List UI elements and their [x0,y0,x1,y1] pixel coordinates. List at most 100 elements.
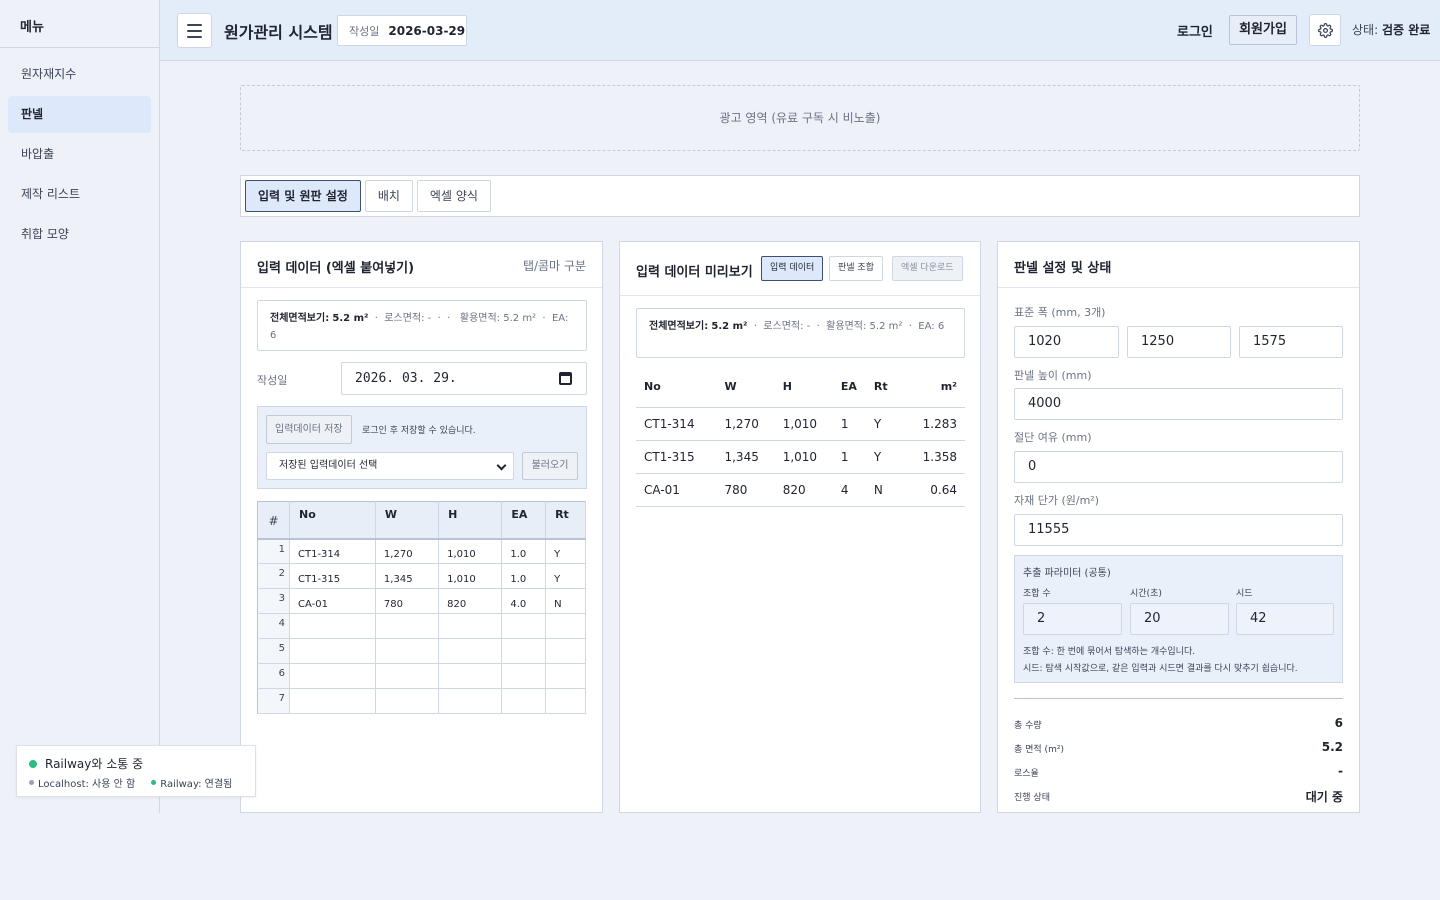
input-panel-note: 탭/콤마 구분 [522,259,586,273]
tab-layout[interactable]: 배치 [364,180,413,212]
cell-w[interactable]: 780 [375,588,440,614]
settings-panel: 판넬 설정 및 상태 표준 폭 (mm, 3개) 1020 1250 1575 … [997,241,1360,813]
settings-button[interactable] [1309,14,1341,46]
save-input-data-button[interactable]: 입력데이터 저장 [266,415,352,444]
combo-count-label: 조합 수 [1023,589,1051,599]
main-tabs: 입력 및 원판 설정 배치 엑셀 양식 [240,175,1360,217]
cell-h[interactable]: 1,010 [438,563,503,589]
row-number: 7 [257,688,290,714]
sidebar-item-bar-extrusion[interactable]: 바압출 [8,136,151,173]
connection-status-toast: Railway와 소통 중 Localhost: 사용 안 함 Railway:… [16,745,256,797]
summary-total-value: 5.2 m² [711,321,748,332]
cell-no[interactable]: CT1-315 [289,563,376,589]
cell-w[interactable] [375,688,440,714]
cell-rt[interactable] [545,613,586,639]
header-date-label: 작성일 [349,24,380,38]
cell-ea[interactable]: 1.0 [501,563,547,589]
cut-margin-input[interactable]: 0 [1014,451,1343,483]
row-number: 2 [257,563,290,589]
cell-h[interactable]: 1,010 [438,538,503,564]
panel-combination-button[interactable]: 판넬 조합 [829,256,883,281]
preview-header-rt: Rt [865,367,896,408]
cell-rt[interactable]: Y [545,563,586,589]
sheet-header-index: # [257,501,290,540]
cell-rt[interactable] [545,688,586,714]
combo-count-input[interactable]: 2 [1023,603,1122,635]
seed-input[interactable]: 42 [1236,603,1334,635]
stat-value: 대기 중 [1305,790,1343,804]
cell-no[interactable]: CA-01 [289,588,376,614]
localhost-dot-icon [29,780,34,785]
preview-cell-h: 1,010 [774,407,833,441]
preview-panel-title: 입력 데이터 미리보기 [636,265,753,280]
hamburger-icon-line [187,29,202,32]
preview-cell-ea: 1 [832,440,866,474]
cell-ea[interactable]: 4.0 [501,588,547,614]
summary-total-label: 전체면적보기: [649,321,709,332]
time-seconds-label: 시간(초) [1130,589,1162,599]
time-seconds-input[interactable]: 20 [1130,603,1229,635]
sidebar-item-panel[interactable]: 판넬 [8,96,151,133]
cell-h[interactable] [438,613,503,639]
tab-excel-template[interactable]: 엑셀 양식 [416,180,491,212]
cell-w[interactable]: 1,270 [375,538,440,564]
cell-no[interactable]: CT1-314 [289,538,376,564]
sidebar-item-production-list[interactable]: 제작 리스트 [8,176,151,213]
stat-progress: 진행 상태 대기 중 [1014,790,1343,810]
signup-button[interactable]: 회원가입 [1229,15,1297,45]
cell-w[interactable]: 1,345 [375,563,440,589]
sidebar-item-collect-shape[interactable]: 취합 모양 [8,216,151,253]
std-width-input-2[interactable]: 1250 [1127,326,1231,358]
cell-ea[interactable] [501,688,547,714]
table-row: 7 [257,688,586,714]
sheet-header-ea: EA [501,501,547,540]
saved-input-select[interactable]: 저장된 입력데이터 선택 [266,452,514,480]
summary-loss-value: - [806,321,811,332]
load-button[interactable]: 불러오기 [522,452,578,480]
preview-cell-h: 820 [774,473,833,507]
hamburger-menu-button[interactable] [177,13,212,48]
cell-w[interactable] [375,663,440,689]
cell-h[interactable] [438,638,503,664]
table-row: 3 CA-01 780 820 4.0 N [257,588,586,614]
stats-divider [1014,698,1343,699]
cell-ea[interactable]: 1.0 [501,538,547,564]
cell-ea[interactable] [501,638,547,664]
cell-rt[interactable]: Y [545,538,586,564]
calendar-icon[interactable] [559,372,572,385]
std-width-input-1[interactable]: 1020 [1014,326,1119,358]
stat-loss-rate: 로스율 - [1014,764,1343,786]
cell-w[interactable] [375,613,440,639]
sidebar-item-raw-material-index[interactable]: 원자재지수 [8,56,151,93]
preview-cell-w: 1,345 [716,440,775,474]
cell-ea[interactable] [501,663,547,689]
combo-hint: 조합 수: 한 번에 묶어서 탐색하는 개수입니다. [1023,647,1196,657]
cell-no[interactable] [289,663,376,689]
panel-height-input[interactable]: 4000 [1014,388,1343,420]
cell-no[interactable] [289,688,376,714]
login-link[interactable]: 로그인 [1177,21,1213,40]
cell-rt[interactable]: N [545,588,586,614]
excel-download-button[interactable]: 엑셀 다운로드 [892,256,963,281]
std-width-input-3[interactable]: 1575 [1239,326,1343,358]
top-header: 원가관리 시스템 작성일 2026-03-29 로그인 회원가입 상태: 검증 … [160,0,1440,61]
input-panel-title: 입력 데이터 (엑셀 붙여넣기) [257,261,415,276]
save-load-box: 입력데이터 저장 로그인 후 저장할 수 있습니다. 저장된 입력데이터 선택 … [257,406,587,489]
tab-input-settings[interactable]: 입력 및 원판 설정 [245,180,361,212]
sheet-header-w: W [375,501,440,540]
cell-h[interactable] [438,663,503,689]
cell-rt[interactable] [545,663,586,689]
stat-label: 로스율 [1014,769,1039,779]
cell-h[interactable]: 820 [438,588,503,614]
cell-rt[interactable] [545,638,586,664]
preview-input-data-button[interactable]: 입력 데이터 [761,256,824,281]
unit-price-input[interactable]: 11555 [1014,514,1343,546]
write-date-input[interactable]: 2026. 03. 29. [341,362,587,395]
cell-w[interactable] [375,638,440,664]
stat-value: 5.2 [1321,740,1343,754]
preview-cell-m2: 1.283 [895,407,965,441]
cell-h[interactable] [438,688,503,714]
cell-no[interactable] [289,638,376,664]
cell-ea[interactable] [501,613,547,639]
cell-no[interactable] [289,613,376,639]
